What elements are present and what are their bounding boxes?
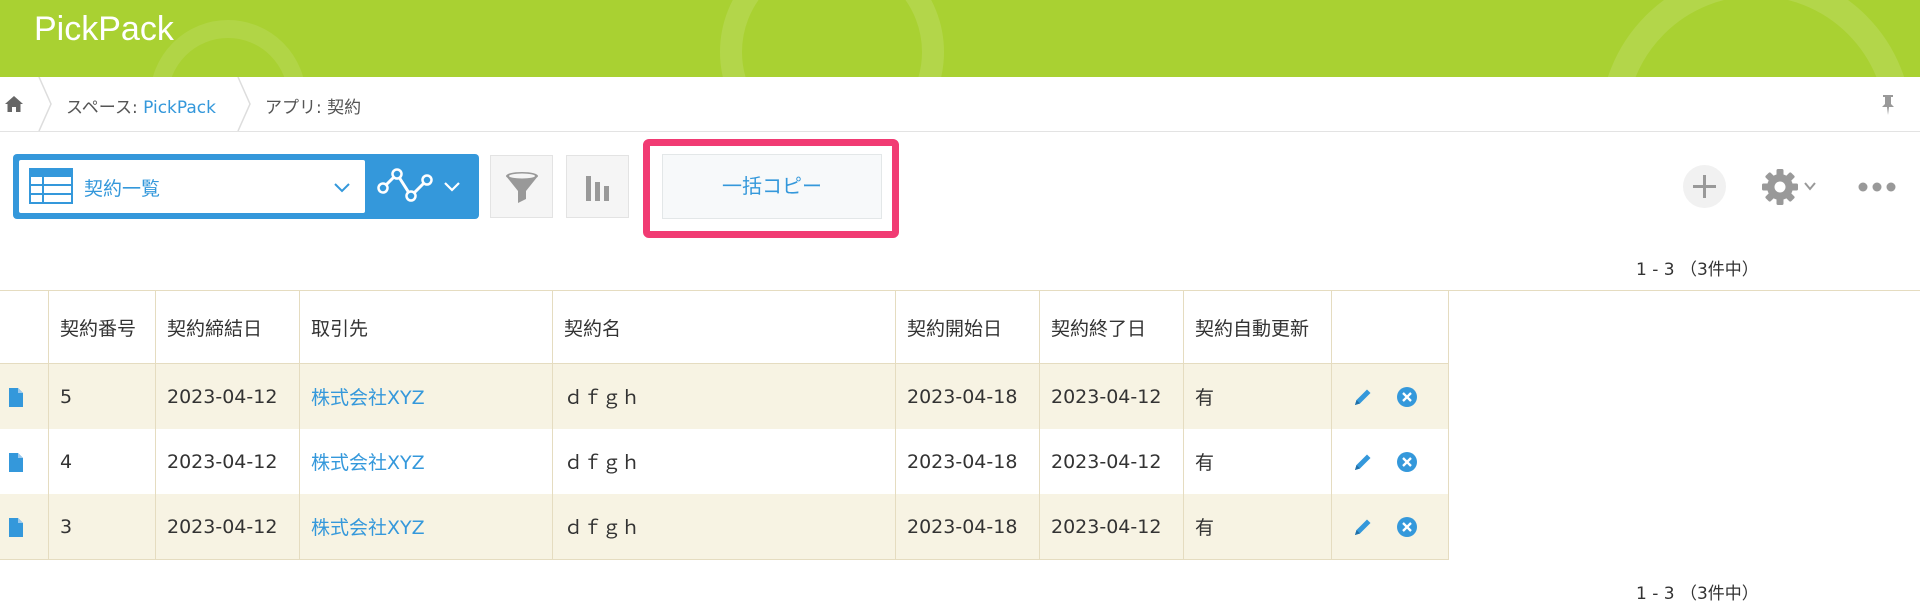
pin-icon[interactable]: [1878, 93, 1898, 117]
cell-auto-renew: 有: [1183, 429, 1332, 494]
pagination-count-top: 1 - 3 （3件中）: [1636, 260, 1759, 280]
cell-actions: [1331, 363, 1449, 429]
table-top-border: [1436, 290, 1920, 291]
pagination-count-bottom: 1 - 3 （3件中）: [1636, 584, 1759, 604]
header-decoration: [720, 0, 944, 77]
cell-end-date: 2023-04-12: [1039, 429, 1184, 494]
column-header[interactable]: 取引先: [299, 290, 553, 364]
record-detail-icon[interactable]: [8, 387, 24, 408]
chevron-down-icon: [334, 183, 350, 193]
cell-signed-date: 2023-04-12: [155, 363, 300, 429]
cell-start-date: 2023-04-18: [895, 429, 1040, 494]
record-detail-icon[interactable]: [8, 517, 24, 538]
column-header[interactable]: 契約終了日: [1039, 290, 1184, 364]
cell-contract-name: ｄｆｇｈ: [552, 429, 896, 494]
chevron-down-icon[interactable]: [1804, 180, 1816, 192]
cell-actions: [1331, 429, 1449, 494]
view-selector: 契約一覧: [13, 154, 479, 219]
cell-end-date: 2023-04-12: [1039, 363, 1184, 429]
column-header[interactable]: 契約締結日: [155, 290, 300, 364]
column-header-actions: [1331, 290, 1449, 364]
bulk-copy-button[interactable]: 一括コピー: [662, 154, 882, 219]
cell-contract-name: ｄｆｇｈ: [552, 363, 896, 429]
cell-start-date: 2023-04-18: [895, 494, 1040, 560]
app-header: PickPack: [0, 0, 1920, 77]
cell-partner: 株式会社XYZ: [299, 494, 553, 560]
breadcrumb-space: スペース: PickPack: [66, 93, 216, 118]
view-name: 契約一覧: [84, 178, 161, 200]
view-dropdown[interactable]: 契約一覧: [19, 160, 365, 213]
record-detail-cell[interactable]: [0, 494, 49, 560]
column-header[interactable]: 契約開始日: [895, 290, 1040, 364]
cell-partner: 株式会社XYZ: [299, 363, 553, 429]
breadcrumb: スペース: PickPack アプリ: 契約: [0, 77, 1920, 132]
cell-partner: 株式会社XYZ: [299, 429, 553, 494]
record-detail-icon[interactable]: [8, 452, 24, 473]
cell-contract-no: 5: [48, 363, 156, 429]
header-decoration: [1600, 0, 1912, 77]
table-header-row: 契約番号 契約締結日 取引先 契約名 契約開始日 契約終了日 契約自動更新: [0, 290, 1449, 364]
add-record-button[interactable]: [1683, 165, 1726, 208]
edit-icon[interactable]: [1352, 451, 1374, 473]
filter-icon: [505, 171, 538, 203]
breadcrumb-separator: [38, 77, 52, 131]
table-row: 3 2023-04-12 株式会社XYZ ｄｆｇｈ 2023-04-18 202…: [0, 494, 1449, 560]
edit-icon[interactable]: [1352, 386, 1374, 408]
column-header-icon: [0, 290, 49, 364]
partner-link[interactable]: 株式会社XYZ: [311, 452, 425, 474]
cell-start-date: 2023-04-18: [895, 363, 1040, 429]
cell-contract-no: 4: [48, 429, 156, 494]
cell-auto-renew: 有: [1183, 494, 1332, 560]
cell-contract-name: ｄｆｇｈ: [552, 494, 896, 560]
space-label: スペース:: [66, 98, 144, 118]
partner-link[interactable]: 株式会社XYZ: [311, 517, 425, 539]
chevron-down-icon[interactable]: [443, 178, 461, 196]
partner-link[interactable]: 株式会社XYZ: [311, 387, 425, 409]
cell-signed-date: 2023-04-12: [155, 494, 300, 560]
delete-icon[interactable]: [1396, 451, 1418, 473]
breadcrumb-separator: [237, 77, 251, 131]
column-header[interactable]: 契約番号: [48, 290, 156, 364]
cell-end-date: 2023-04-12: [1039, 494, 1184, 560]
edit-icon[interactable]: [1352, 516, 1374, 538]
chart-button[interactable]: [566, 155, 629, 218]
app-title: PickPack: [34, 10, 174, 48]
breadcrumb-app: アプリ: 契約: [265, 98, 362, 118]
cell-actions: [1331, 494, 1449, 560]
filter-button[interactable]: [490, 155, 553, 218]
chart-icon: [585, 175, 609, 201]
table-view-icon: [29, 168, 73, 204]
record-detail-cell[interactable]: [0, 429, 49, 494]
cell-signed-date: 2023-04-12: [155, 429, 300, 494]
delete-icon[interactable]: [1396, 386, 1418, 408]
space-link[interactable]: PickPack: [143, 98, 216, 118]
home-icon[interactable]: [4, 94, 24, 114]
record-detail-cell[interactable]: [0, 363, 49, 429]
table-row: 5 2023-04-12 株式会社XYZ ｄｆｇｈ 2023-04-18 202…: [0, 363, 1449, 429]
cell-auto-renew: 有: [1183, 363, 1332, 429]
column-header[interactable]: 契約名: [552, 290, 896, 364]
more-icon[interactable]: [1857, 176, 1897, 198]
table-row: 4 2023-04-12 株式会社XYZ ｄｆｇｈ 2023-04-18 202…: [0, 429, 1449, 494]
gear-icon[interactable]: [1760, 167, 1800, 207]
graph-icon[interactable]: [377, 166, 433, 206]
delete-icon[interactable]: [1396, 516, 1418, 538]
column-header[interactable]: 契約自動更新: [1183, 290, 1332, 364]
plus-icon: [1693, 175, 1716, 198]
records-table: 契約番号 契約締結日 取引先 契約名 契約開始日 契約終了日 契約自動更新 5 …: [0, 290, 1449, 560]
cell-contract-no: 3: [48, 494, 156, 560]
